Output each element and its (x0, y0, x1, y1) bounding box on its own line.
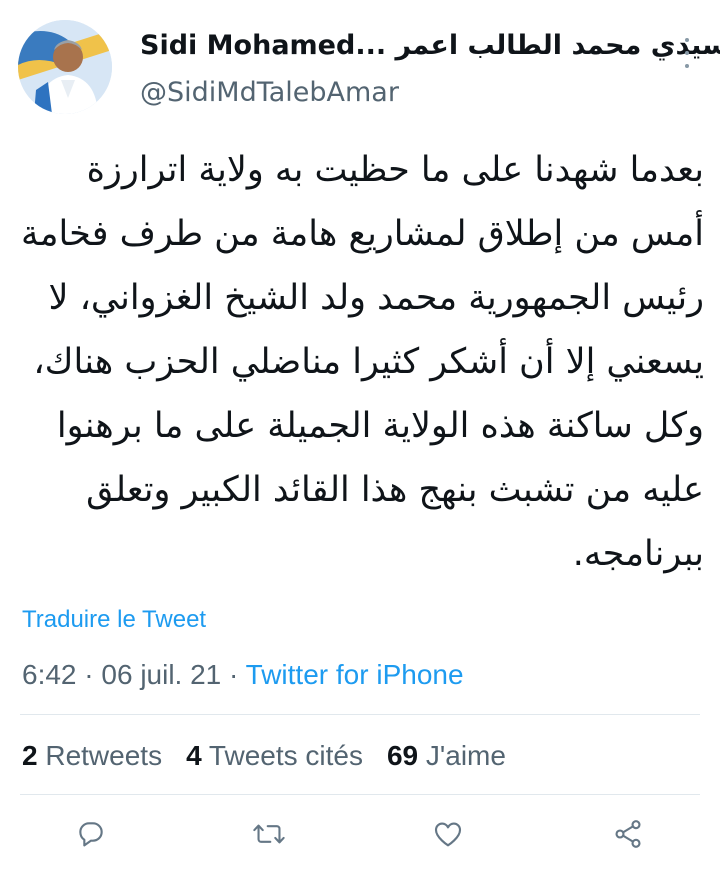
likes-count: 69 (386, 740, 419, 771)
more-vertical-icon[interactable] (677, 36, 697, 70)
tweet-date: 06 juil. 21 (101, 659, 222, 690)
tweet-actions (0, 810, 720, 866)
share-icon (615, 820, 641, 848)
likes-stat[interactable]: 69 J'aime (387, 740, 506, 772)
user-handle[interactable]: @SidiMdTalebAmar (140, 77, 399, 108)
quotes-count: 4 (186, 740, 202, 771)
more-dot (685, 64, 689, 68)
share-button[interactable] (604, 810, 652, 858)
display-name[interactable]: Sidi Mohamed... سيدي محمد الطالب اعمر (140, 30, 720, 61)
divider (20, 714, 700, 715)
retweets-count: 2 (22, 740, 38, 771)
tweet-text: بعدما شهدنا على ما حظيت به ولاية اترارزة… (20, 150, 704, 574)
meta-separator: · (221, 659, 246, 690)
reply-icon (79, 822, 103, 847)
retweets-stat[interactable]: 2 Retweets (22, 740, 162, 772)
divider (20, 794, 700, 795)
quote-tweets-stat[interactable]: 4 Tweets cités (186, 740, 363, 772)
translate-tweet-link[interactable]: Traduire le Tweet (22, 606, 206, 634)
more-dot (685, 51, 689, 55)
retweets-label: Retweets (37, 740, 163, 771)
tweet-time: 6:42 (22, 659, 77, 690)
more-dot (685, 38, 689, 42)
avatar[interactable] (18, 20, 112, 114)
meta-separator: · (76, 659, 102, 690)
like-icon (434, 822, 462, 847)
likes-label: J'aime (418, 740, 506, 771)
tweet-meta: 6:42 · 06 juil. 21 · Twitter for iPhone (22, 659, 464, 691)
reply-button[interactable] (67, 810, 115, 858)
retweet-icon (253, 824, 285, 844)
tweet-header: Sidi Mohamed... سيدي محمد الطالب اعمر @S… (0, 0, 720, 125)
avatar-photo (18, 20, 112, 114)
tweet-source-link[interactable]: Twitter for iPhone (246, 659, 464, 690)
tweet-stats: 2 Retweets 4 Tweets cités 69 J'aime (22, 740, 506, 772)
retweet-button[interactable] (245, 810, 293, 858)
like-button[interactable] (424, 810, 472, 858)
quotes-label: Tweets cités (201, 740, 363, 771)
